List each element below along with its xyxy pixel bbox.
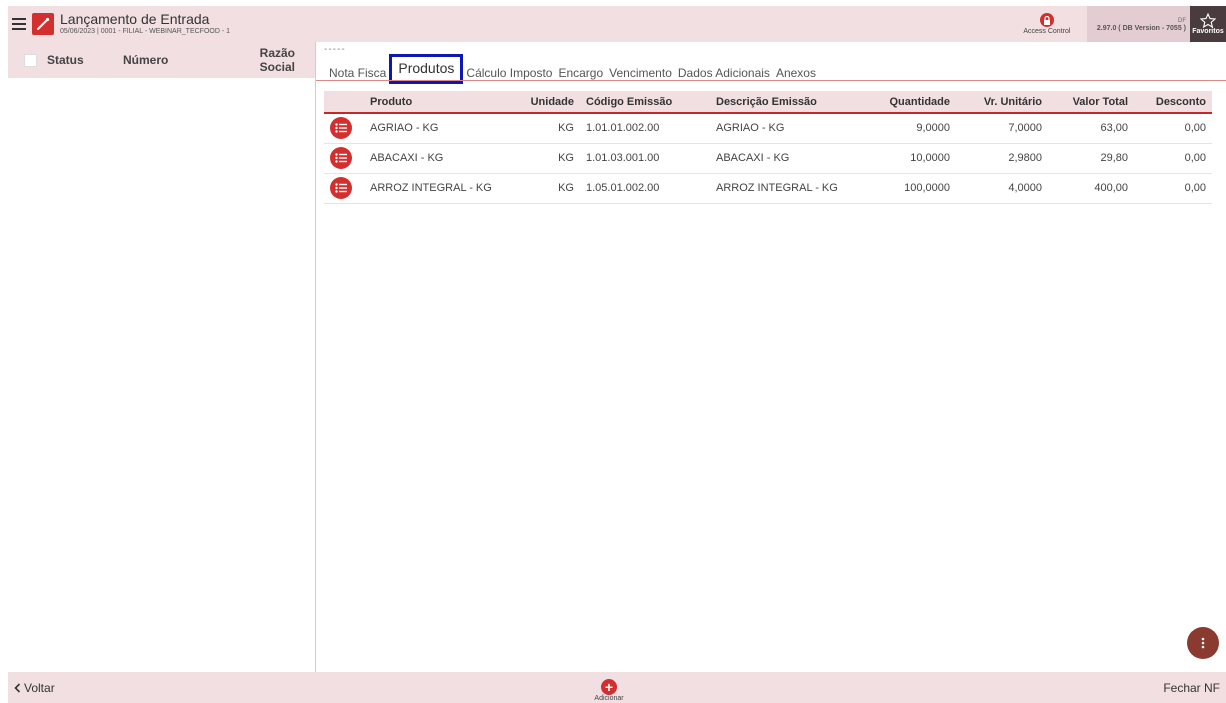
tab-vencimento[interactable]: Vencimento: [606, 66, 675, 80]
cell-vr-unitario: 2,9800: [1008, 152, 1042, 164]
column-status[interactable]: Status: [47, 53, 123, 67]
close-nf-button[interactable]: Fechar NF: [1163, 681, 1220, 695]
column-produto[interactable]: Produto: [364, 91, 524, 113]
tab-divider: [316, 80, 1226, 81]
cell-produto: AGRIAO - KG: [370, 122, 439, 135]
cell-codigo-emissao: 1.05.01.002.00: [586, 182, 660, 194]
tab-dados-adicionais[interactable]: Dados Adicionais: [675, 66, 773, 80]
document-list-panel: Status Número Razão Social: [8, 42, 316, 672]
row-options-list-icon[interactable]: [330, 147, 352, 169]
back-button[interactable]: Voltar: [14, 681, 55, 695]
footer-bar: Voltar + Adicionar Fechar NF: [8, 672, 1226, 703]
back-label: Voltar: [24, 680, 55, 695]
version-top-label: DF: [1178, 17, 1186, 24]
column-desconto[interactable]: Desconto: [1134, 91, 1212, 113]
page-title: Lançamento de Entrada: [60, 11, 210, 27]
cell-descricao-emissao: ABACAXI - KG: [716, 152, 790, 164]
more-options-button[interactable]: [1187, 627, 1219, 659]
table-row[interactable]: ABACAXI - KG KG 1.01.03.001.00 ABACAXI -…: [324, 143, 1212, 173]
cell-quantidade: 9,0000: [916, 122, 950, 135]
favorites-label: Favoritos: [1192, 28, 1224, 35]
tab-calculo-imposto[interactable]: Cálculo Imposto: [463, 66, 555, 80]
add-button[interactable]: + Adicionar: [594, 679, 624, 702]
tab-bar: Nota Fisca Produtos Cálculo Imposto Enca…: [326, 54, 819, 84]
cell-vr-unitario: 4,0000: [1008, 182, 1042, 194]
column-valor-total[interactable]: Valor Total: [1048, 91, 1134, 113]
tab-nota-fiscal[interactable]: Nota Fisca: [326, 66, 389, 80]
column-vr-unitario[interactable]: Vr. Unitário: [956, 91, 1048, 113]
cell-unidade: KG: [558, 152, 574, 164]
products-table-container: Produto Unidade Código Emissão Descrição…: [324, 91, 1226, 204]
document-list-header: Status Número Razão Social: [8, 42, 315, 78]
cell-unidade: KG: [558, 182, 574, 194]
add-label: Adicionar: [594, 695, 624, 702]
plus-icon: +: [601, 679, 617, 695]
app-header: Lançamento de Entrada 05/06/2023 | 0001 …: [8, 6, 1226, 42]
table-header-row: Produto Unidade Código Emissão Descrição…: [324, 91, 1212, 113]
table-row[interactable]: AGRIAO - KG KG 1.01.01.002.00 AGRIAO - K…: [324, 113, 1212, 143]
cell-desconto: 0,00: [1184, 182, 1206, 194]
tabs-overflow-dots: -----: [324, 44, 346, 55]
cell-produto: ABACAXI - KG: [370, 152, 444, 164]
cell-quantidade: 10,0000: [910, 152, 950, 164]
access-control-button[interactable]: Access Control: [1017, 13, 1077, 35]
column-unidade[interactable]: Unidade: [524, 91, 580, 113]
cell-valor-total: 29,80: [1100, 152, 1128, 164]
column-codigo-emissao[interactable]: Código Emissão: [580, 91, 710, 113]
vertical-dots-icon: [1201, 637, 1205, 649]
tab-encargo[interactable]: Encargo: [555, 66, 606, 80]
version-label: 2.97.0 ( DB Version - 7055 ): [1096, 24, 1186, 32]
cell-valor-total: 400,00: [1094, 182, 1128, 194]
cell-quantidade: 100,0000: [904, 182, 950, 194]
cell-descricao-emissao: AGRIAO - KG: [716, 122, 785, 135]
row-options-list-icon[interactable]: [330, 177, 352, 199]
table-row[interactable]: ARROZ INTEGRAL - KG KG 1.05.01.002.00 AR…: [324, 173, 1212, 203]
star-icon: [1200, 13, 1216, 28]
app-logo-icon: [32, 13, 54, 35]
cell-desconto: 0,00: [1184, 152, 1206, 164]
hamburger-menu-icon[interactable]: [12, 18, 26, 30]
cell-vr-unitario: 7,0000: [1008, 122, 1042, 135]
cell-produto: ARROZ INTEGRAL - KG: [370, 182, 492, 194]
column-quantidade[interactable]: Quantidade: [860, 91, 956, 113]
column-descricao-emissao[interactable]: Descrição Emissão: [710, 91, 860, 113]
row-options-list-icon[interactable]: [330, 117, 352, 140]
lock-icon: [1039, 13, 1054, 27]
chevron-left-icon: [14, 682, 21, 693]
cell-descricao-emissao: ARROZ INTEGRAL - KG: [716, 182, 838, 194]
cell-unidade: KG: [558, 122, 574, 135]
cell-codigo-emissao: 1.01.01.002.00: [586, 122, 660, 135]
select-all-checkbox[interactable]: [24, 53, 37, 67]
favorites-button[interactable]: Favoritos: [1190, 6, 1226, 42]
access-control-label: Access Control: [1023, 28, 1071, 35]
cell-desconto: 0,00: [1184, 122, 1206, 135]
products-table: Produto Unidade Código Emissão Descrição…: [324, 91, 1212, 204]
tab-anexos[interactable]: Anexos: [773, 66, 819, 80]
cell-codigo-emissao: 1.01.03.001.00: [586, 152, 660, 164]
column-numero[interactable]: Número: [123, 53, 225, 67]
cell-valor-total: 63,00: [1100, 122, 1128, 135]
column-razao-social[interactable]: Razão Social: [225, 46, 295, 74]
column-actions: [324, 91, 364, 113]
version-info: DF 2.97.0 ( DB Version - 7055 ): [1086, 6, 1190, 42]
page-subtitle: 05/06/2023 | 0001 - FILIAL - WEBINAR_TEC…: [60, 28, 231, 35]
